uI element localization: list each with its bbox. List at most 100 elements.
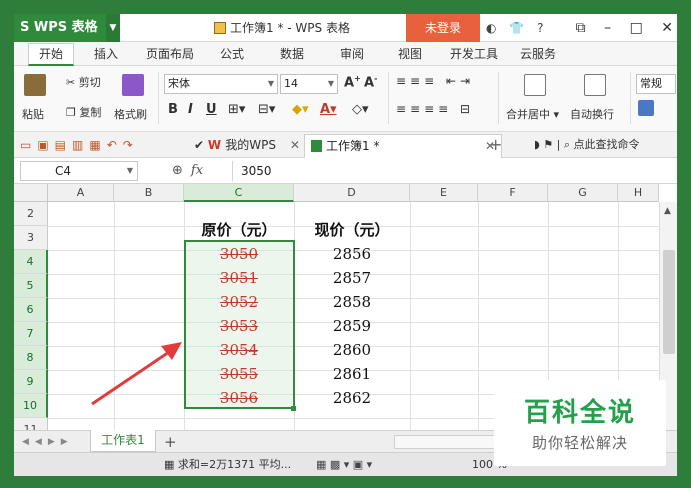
decrease-font-icon[interactable]: A- — [364, 74, 377, 90]
sheet-nav-arrows[interactable]: ◀◀▶▶ — [22, 431, 74, 453]
formula-input[interactable]: 3050 — [232, 161, 672, 181]
cell-reference: C4 — [55, 164, 72, 178]
quick-access-bar: ▭▣▤▥▦↶↷ ✔ W 我的WPS ✕ 工作簿1 * ✕ + ◗ ⚑ | ⌕ 点… — [14, 132, 677, 158]
watermark-subtitle: 助你轻松解决 — [531, 434, 628, 452]
menu-cloud[interactable]: 云服务 — [520, 42, 556, 66]
font-size-select[interactable]: 14 ▼ — [280, 74, 338, 94]
sheet-tab-1[interactable]: 工作表1 — [90, 430, 156, 452]
bold-icon[interactable]: B — [168, 102, 178, 117]
fx-icon[interactable]: fx — [191, 163, 203, 178]
horizontal-align-icons[interactable]: ≡≡≡≡ ⊟ — [396, 102, 474, 116]
status-sum-text: 求和=2万1371 平均... — [177, 458, 292, 471]
chevron-down-icon: ▼ — [327, 79, 334, 88]
restore-icon[interactable]: ⧉ — [576, 20, 586, 36]
wrap-text-button[interactable]: 自动换行 — [570, 106, 614, 122]
ribbon-divider — [630, 72, 631, 124]
fill-color-icon[interactable]: ◆▾ — [292, 102, 309, 117]
format-painter-button[interactable]: 格式刷 — [114, 106, 147, 122]
wps-logo-icon: S — [20, 20, 34, 35]
new-tab-button[interactable]: + — [489, 132, 502, 158]
menu-formulas[interactable]: 公式 — [220, 42, 244, 66]
window-controls: ⧉ – □ ✕ — [562, 14, 673, 42]
title-tools: ◐ 👕 ? — [486, 14, 552, 42]
zoom-icon[interactable]: ⊕ — [172, 163, 183, 178]
pin-icon: ✔ — [194, 138, 208, 152]
wrap-text-icon[interactable] — [584, 74, 606, 96]
copy-button[interactable]: ❐ 复制 — [66, 104, 101, 120]
login-button[interactable]: 未登录 — [406, 14, 480, 42]
merge-center-label: 合并居中 — [506, 108, 550, 121]
increase-font-icon[interactable]: A+ — [344, 74, 361, 90]
ribbon-divider — [158, 72, 159, 124]
skin-icon[interactable]: ◐ — [486, 21, 496, 35]
formula-bar: C4 ▼ ⊕ fx 3050 — [14, 158, 677, 184]
shirt-icon[interactable]: 👕 — [509, 21, 524, 35]
search-icon: ⌕ — [563, 138, 571, 151]
menu-page-layout[interactable]: 页面布局 — [146, 42, 194, 66]
tab-my-wps-label: 我的WPS — [225, 138, 277, 152]
cut-button[interactable]: ✂ 剪切 — [66, 74, 101, 90]
paste-icon[interactable] — [24, 74, 46, 96]
merge-center-icon[interactable] — [524, 74, 546, 96]
tab-my-wps[interactable]: ✔ W 我的WPS ✕ — [194, 134, 304, 156]
watermark-logo: 百科全说 助你轻松解决 — [494, 380, 666, 466]
border-icon[interactable]: ⊞▾ — [228, 102, 245, 117]
cell-style-icon[interactable]: ⊟▾ — [258, 102, 275, 117]
menu-home[interactable]: 开始 — [28, 43, 75, 66]
number-style-icon[interactable] — [638, 100, 654, 116]
menu-review[interactable]: 审阅 — [340, 42, 364, 66]
merge-center-button[interactable]: 合并居中 ▾ — [506, 106, 559, 122]
view-mode-icons[interactable]: ▦ ▩ ▾ ▣ ▾ — [316, 453, 372, 477]
paste-button[interactable]: 粘贴 — [22, 106, 44, 122]
chevron-down-icon: ▼ — [126, 166, 133, 175]
formula-tools: ⊕ fx — [172, 158, 203, 184]
number-format-select[interactable]: 常规 — [636, 74, 676, 94]
close-icon[interactable]: ✕ — [290, 138, 300, 152]
ribbon: 粘贴 ✂ 剪切 ❐ 复制 格式刷 宋体 ▼ 14 ▼ A+ A- B I U ⊞▾ … — [14, 66, 677, 132]
tab-workbook1[interactable]: 工作簿1 * ✕ — [304, 134, 502, 158]
ribbon-divider — [498, 72, 499, 124]
scroll-thumb[interactable] — [663, 250, 675, 354]
help-icon[interactable]: ? — [537, 21, 543, 35]
format-painter-icon[interactable] — [122, 74, 144, 96]
name-box[interactable]: C4 ▼ — [20, 161, 138, 181]
cut-label: 剪切 — [78, 76, 101, 89]
menu-view[interactable]: 视图 — [398, 42, 422, 66]
find-command-label: 点此查找命令 — [573, 138, 640, 151]
copy-icon: ❐ — [66, 106, 76, 119]
underline-icon[interactable]: U — [206, 102, 217, 117]
menu-developer[interactable]: 开发工具 — [450, 42, 498, 66]
font-name-select[interactable]: 宋体 ▼ — [164, 74, 278, 94]
document-icon — [214, 22, 226, 34]
bookmark-icon: ◗ — [534, 138, 544, 151]
app-menu-button[interactable]: S WPS 表格 ▼ — [14, 14, 120, 42]
menu-insert[interactable]: 插入 — [94, 42, 118, 66]
title-bar: S WPS 表格 ▼ 工作簿1 * - WPS 表格 未登录 ◐ 👕 ? ⧉ –… — [14, 14, 677, 42]
sheet-icon — [311, 140, 322, 152]
ribbon-divider — [388, 72, 389, 124]
horizontal-scrollbar[interactable] — [394, 435, 504, 449]
quick-access-icons[interactable]: ▭▣▤▥▦↶↷ — [20, 132, 139, 158]
status-sum: ▦ 求和=2万1371 平均... — [164, 453, 291, 477]
chevron-down-icon[interactable]: ▼ — [106, 14, 120, 42]
clear-format-icon[interactable]: ◇▾ — [352, 102, 369, 117]
close-icon[interactable]: ✕ — [661, 20, 673, 36]
menu-data[interactable]: 数据 — [280, 42, 304, 66]
add-sheet-button[interactable]: + — [164, 431, 177, 453]
scissors-icon: ✂ — [66, 76, 76, 89]
window-title-text: 工作簿1 * - WPS 表格 — [230, 21, 350, 35]
arrow-head — [161, 342, 182, 360]
font-size-value: 14 — [284, 77, 298, 90]
app-brand-label: WPS 表格 — [33, 20, 98, 35]
tab-workbook1-label: 工作簿1 * — [326, 139, 380, 153]
font-color-icon[interactable]: A▾ — [320, 102, 337, 117]
minimize-icon[interactable]: – — [604, 20, 611, 36]
scroll-up-icon[interactable]: ▲ — [664, 206, 671, 216]
copy-label: 复制 — [79, 106, 102, 119]
wps-w-icon: W — [207, 138, 226, 152]
font-name-value: 宋体 — [168, 77, 190, 90]
vertical-align-icons[interactable]: ≡≡≡ ⇤⇥ — [396, 74, 474, 88]
italic-icon[interactable]: I — [188, 102, 193, 117]
find-command-button[interactable]: ◗ ⚑ | ⌕ 点此查找命令 — [534, 132, 640, 158]
maximize-icon[interactable]: □ — [630, 20, 643, 36]
